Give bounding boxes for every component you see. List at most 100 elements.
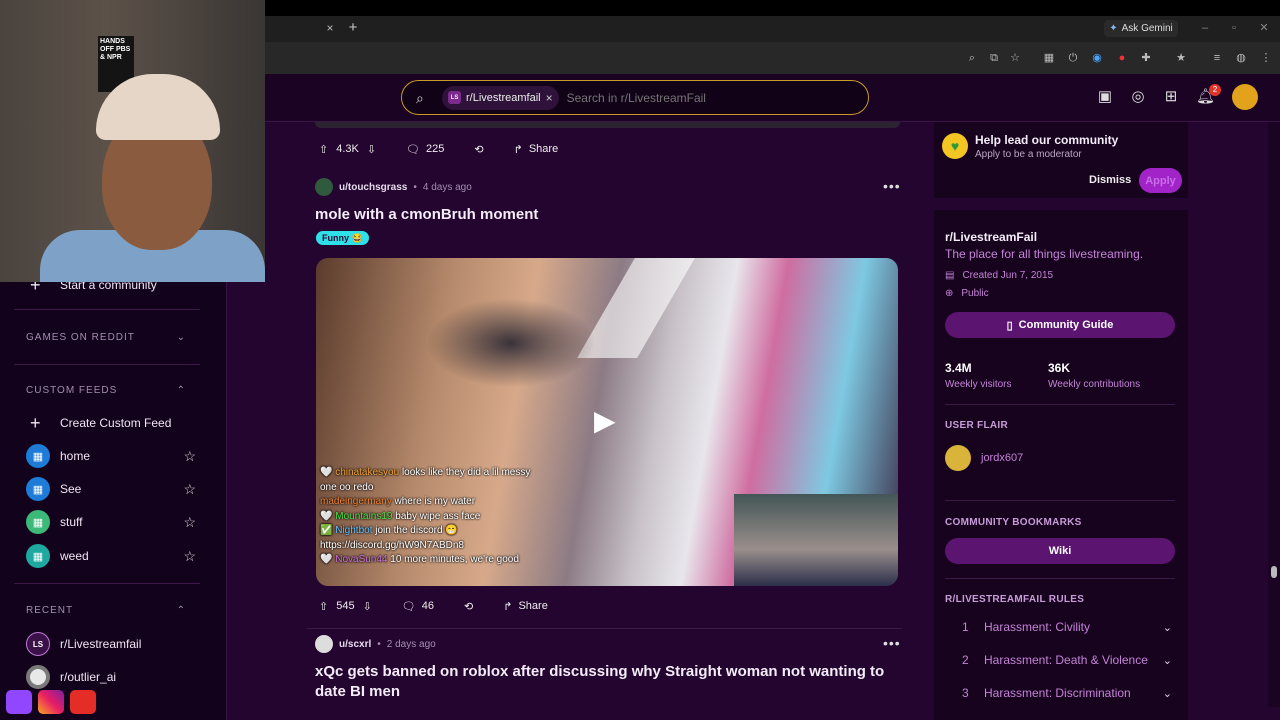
- user-flair[interactable]: jordx607: [945, 445, 1023, 471]
- gemini-icon: ✦: [1109, 23, 1118, 34]
- rule-item[interactable]: 3 Harassment: Discrimination ⌄: [962, 683, 1172, 703]
- bookmarks-icon[interactable]: ★: [1173, 50, 1189, 66]
- star-icon[interactable]: ☆: [183, 514, 196, 531]
- minimize-icon[interactable]: –: [1197, 20, 1213, 36]
- community-guide-button[interactable]: ▯ Community Guide: [945, 312, 1175, 338]
- user-avatar[interactable]: [315, 635, 333, 653]
- downvote-icon[interactable]: ⇩: [363, 600, 372, 613]
- recent-section-toggle[interactable]: RECENT ⌃: [26, 600, 186, 620]
- create-post-icon[interactable]: ⊞: [1162, 88, 1180, 106]
- star-icon[interactable]: ☆: [183, 481, 196, 498]
- advertise-icon[interactable]: ▣: [1096, 88, 1114, 106]
- scrollbar-thumb[interactable]: [1271, 566, 1277, 578]
- profile-icon[interactable]: ◍: [1233, 50, 1249, 66]
- install-app-icon[interactable]: ⧉: [986, 50, 1002, 66]
- search-input[interactable]: [566, 90, 857, 105]
- share-icon: ↱: [503, 600, 513, 613]
- sidebar-item-livestreamfail[interactable]: LS r/Livestreamfail: [26, 631, 196, 657]
- create-custom-feed-link[interactable]: + Create Custom Feed: [30, 410, 200, 436]
- share-label: Share: [518, 600, 548, 612]
- comments-button[interactable]: 🗨︎ 225: [396, 136, 454, 162]
- custom-feeds-label: CUSTOM FEEDS: [26, 384, 118, 396]
- downvote-icon[interactable]: ⇩: [367, 143, 376, 156]
- sidebar-separator: [14, 364, 200, 365]
- user-avatar[interactable]: [315, 178, 333, 196]
- power-icon[interactable]: ⏻: [1065, 50, 1081, 66]
- feed-icon: ▦: [26, 544, 50, 568]
- stat-value: 36K: [1048, 361, 1071, 375]
- audio-extension-icon[interactable]: ◉: [1089, 50, 1105, 66]
- post-actions: ⇧ 4.3K ⇩ 🗨︎ 225 ⟲ ↱ Share: [309, 136, 568, 162]
- wiki-button[interactable]: Wiki: [945, 538, 1175, 564]
- reading-list-icon[interactable]: ≡: [1209, 50, 1225, 66]
- page-scrollbar[interactable]: [1268, 122, 1280, 707]
- upvote-icon[interactable]: ⇧: [319, 143, 328, 156]
- chat-username: madeingermany: [320, 496, 392, 507]
- sidebar-separator: [14, 583, 200, 584]
- apply-button[interactable]: Apply: [1139, 168, 1182, 193]
- rule-item[interactable]: 2 Harassment: Death & Violence ⌄: [962, 650, 1172, 670]
- share-button[interactable]: ↱ Share: [493, 593, 558, 619]
- bookmark-star-icon[interactable]: ☆: [1007, 50, 1023, 66]
- record-extension-icon[interactable]: ●: [1114, 50, 1130, 66]
- guide-icon: ▯: [1006, 319, 1013, 332]
- sidebar-item-weed[interactable]: ▦ weed ☆: [26, 543, 196, 569]
- sidebar-item-stuff[interactable]: ▦ stuff ☆: [26, 509, 196, 535]
- search-bar[interactable]: ⌕ LS r/Livestreamfail ×: [401, 80, 869, 115]
- window-close-icon[interactable]: ✕: [1256, 20, 1272, 36]
- sidebar-item-outlier-ai[interactable]: r/outlier_ai: [26, 664, 196, 690]
- more-options-icon[interactable]: •••: [883, 635, 901, 651]
- post-time: 4 days ago: [422, 181, 472, 193]
- crosspost-button[interactable]: ⟲: [454, 593, 483, 619]
- star-icon[interactable]: ☆: [183, 548, 196, 565]
- rule-item[interactable]: 1 Harassment: Civility ⌄: [962, 617, 1172, 637]
- games-section-label: GAMES ON REDDIT: [26, 331, 135, 343]
- rule-label: Harassment: Civility: [984, 620, 1091, 634]
- post-title[interactable]: mole with a cmonBruh moment: [315, 206, 538, 223]
- comments-button[interactable]: 🗨︎ 46: [392, 593, 444, 619]
- youtube-icon: [70, 690, 96, 714]
- share-button[interactable]: ↱ Share: [504, 136, 569, 162]
- zoom-icon[interactable]: ⌕: [964, 50, 980, 66]
- chat-message: 10 more minutes, we're good: [390, 554, 519, 565]
- post-username[interactable]: u/touchsgrass: [339, 182, 407, 193]
- maximize-icon[interactable]: ▫: [1226, 20, 1242, 36]
- user-avatar[interactable]: [1232, 84, 1258, 110]
- card-separator: [945, 500, 1175, 501]
- upvote-icon[interactable]: ⇧: [319, 600, 328, 613]
- card-separator: [945, 404, 1175, 405]
- browser-menu-icon[interactable]: ⋮: [1258, 50, 1274, 66]
- chat-message: baby wipe ass face: [395, 510, 481, 522]
- crosspost-button[interactable]: ⟲: [464, 136, 493, 162]
- chat-username: Nightbot: [335, 525, 373, 536]
- extension-icon[interactable]: ▦: [1041, 50, 1057, 66]
- tab-close-button[interactable]: ×: [323, 21, 337, 35]
- chat-username: NovaSun44: [335, 554, 388, 565]
- post-username[interactable]: u/scxrl: [339, 639, 371, 650]
- chat-icon[interactable]: ◎: [1129, 88, 1147, 106]
- remove-scope-icon[interactable]: ×: [546, 91, 553, 105]
- puzzle-icon[interactable]: ✚: [1138, 50, 1154, 66]
- games-section-toggle[interactable]: GAMES ON REDDIT ⌄: [26, 327, 186, 347]
- chat-message: where is my water: [394, 496, 476, 507]
- chevron-down-icon: ⌄: [1162, 687, 1172, 700]
- sidebar-item-home[interactable]: ▦ home ☆: [26, 443, 196, 469]
- subreddit-name[interactable]: r/LivestreamFail: [945, 230, 1037, 244]
- post-video[interactable]: ▶ 🤍 chinatakesyou looks like they did a …: [316, 258, 898, 586]
- post-flair[interactable]: Funny 😂: [316, 231, 369, 245]
- more-options-icon[interactable]: •••: [883, 178, 901, 194]
- mod-title: Help lead our community: [975, 133, 1119, 147]
- rule-number: 1: [962, 620, 969, 634]
- flair-label: Funny: [322, 233, 349, 243]
- search-scope-chip[interactable]: LS r/Livestreamfail ×: [442, 85, 559, 110]
- new-tab-button[interactable]: +: [346, 20, 360, 36]
- star-icon[interactable]: ☆: [183, 448, 196, 465]
- play-icon[interactable]: ▶: [594, 406, 622, 436]
- post-title[interactable]: xQc gets banned on roblox after discussi…: [315, 662, 905, 702]
- dismiss-button[interactable]: Dismiss: [1089, 174, 1131, 186]
- stat-weekly-visitors: 3.4M Weekly visitors: [945, 361, 1012, 390]
- bookmarks-heading: COMMUNITY BOOKMARKS: [945, 517, 1082, 528]
- ask-gemini-button[interactable]: ✦ Ask Gemini: [1104, 20, 1178, 37]
- custom-feeds-toggle[interactable]: CUSTOM FEEDS ⌃: [26, 380, 186, 400]
- sidebar-item-see[interactable]: ▦ See ☆: [26, 476, 196, 502]
